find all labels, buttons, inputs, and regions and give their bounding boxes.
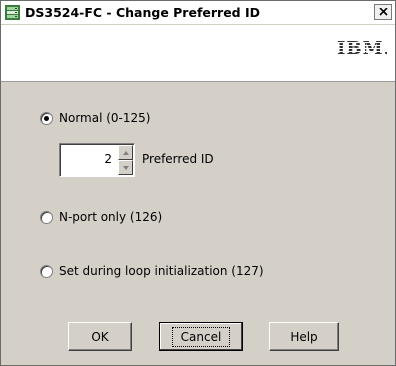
cancel-button[interactable]: Cancel: [159, 322, 243, 351]
dialog-window: DS3524-FC - Change Preferred ID IBM. Nor…: [0, 0, 396, 366]
header-banner: IBM.: [1, 25, 395, 82]
help-label: Help: [290, 329, 318, 344]
window-title: DS3524-FC - Change Preferred ID: [25, 5, 260, 20]
ibm-logo: IBM.: [337, 38, 387, 59]
cancel-label: Cancel: [171, 326, 231, 347]
close-icon: [378, 8, 388, 16]
arrow-down-icon: [122, 165, 129, 170]
preferred-id-spinner[interactable]: 2: [59, 143, 135, 177]
spin-down-button[interactable]: [118, 160, 133, 175]
help-button[interactable]: Help: [269, 322, 339, 351]
loop-label[interactable]: Set during loop initialization (127): [59, 264, 264, 278]
nport-radio[interactable]: [40, 211, 53, 224]
arrow-up-icon: [122, 150, 129, 155]
preferred-id-value[interactable]: 2: [104, 152, 112, 166]
title-bar[interactable]: DS3524-FC - Change Preferred ID: [1, 1, 395, 25]
storage-app-icon: [5, 5, 20, 20]
preferred-id-label: Preferred ID: [142, 152, 214, 166]
spin-up-button[interactable]: [118, 145, 133, 160]
normal-label[interactable]: Normal (0-125): [59, 111, 150, 125]
close-button[interactable]: [374, 4, 392, 20]
loop-radio[interactable]: [40, 265, 53, 278]
nport-label[interactable]: N-port only (126): [59, 210, 162, 224]
ok-button[interactable]: OK: [68, 322, 132, 351]
normal-radio[interactable]: [40, 112, 53, 125]
ok-label: OK: [91, 329, 109, 344]
